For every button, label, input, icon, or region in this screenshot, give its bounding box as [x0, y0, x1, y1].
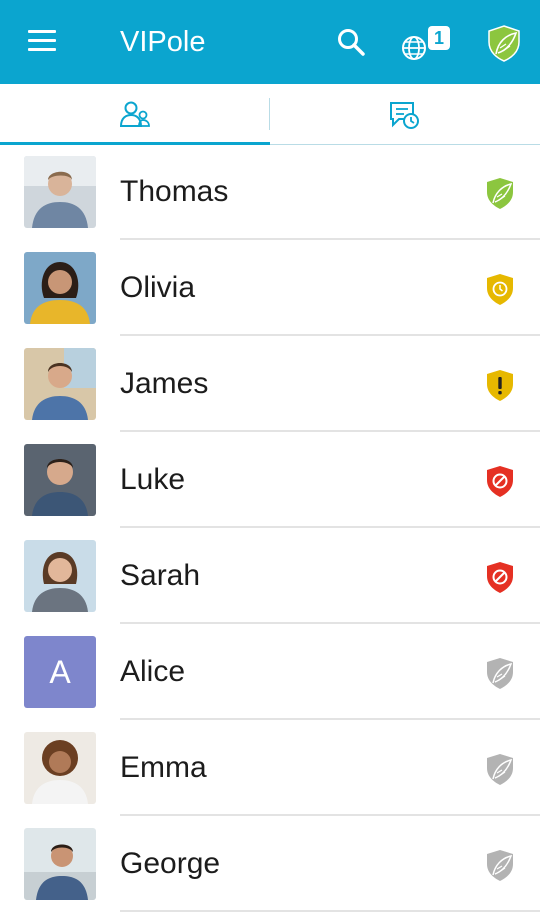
contact-name: James [120, 367, 209, 400]
search-icon[interactable] [336, 27, 366, 57]
contact-name: Alice [120, 655, 186, 688]
grey-leaf-shield-icon [487, 754, 513, 785]
avatar [24, 444, 96, 516]
contact-row[interactable]: Sarah [0, 528, 540, 624]
tab-divider [269, 98, 270, 130]
contact-name: Thomas [120, 175, 229, 208]
pending-shield-icon [487, 274, 513, 305]
green-leaf-shield-icon [487, 178, 513, 209]
contact-row[interactable]: Luke [0, 432, 540, 528]
globe-icon[interactable] [400, 34, 428, 62]
warning-shield-icon [487, 370, 513, 401]
tab-chats[interactable] [271, 84, 540, 144]
grey-leaf-shield-icon [487, 850, 513, 881]
avatar [24, 732, 96, 804]
avatar [24, 540, 96, 612]
tab-contacts[interactable] [0, 84, 270, 145]
contact-name: Sarah [120, 559, 201, 592]
blocked-shield-icon [487, 466, 513, 497]
contact-name: George [120, 847, 221, 880]
contact-row[interactable]: George [0, 816, 540, 912]
contact-row[interactable]: Thomas [0, 144, 540, 240]
notification-badge[interactable]: 1 [428, 26, 450, 50]
grey-leaf-shield-icon [487, 658, 513, 689]
contact-row[interactable]: Olivia [0, 240, 540, 336]
tab-bar [0, 84, 540, 145]
avatar [24, 156, 96, 228]
green-leaf-shield-icon[interactable] [486, 24, 522, 62]
app-title: VIPole [120, 26, 206, 58]
contact-name: Luke [120, 463, 186, 496]
avatar [24, 348, 96, 420]
contacts-icon [119, 101, 150, 127]
hamburger-menu-icon[interactable] [28, 30, 56, 52]
row-divider [120, 910, 540, 912]
app-bar: VIPole 1 [0, 0, 540, 84]
chat-history-icon [390, 102, 419, 129]
avatar [24, 252, 96, 324]
letter-avatar: A [24, 636, 96, 708]
avatar [24, 828, 96, 900]
contact-name: Olivia [120, 271, 196, 304]
contact-row[interactable]: James [0, 336, 540, 432]
contact-row[interactable]: Emma [0, 720, 540, 816]
contact-name: Emma [120, 751, 207, 784]
contact-list: Thomas Olivia James Luke Sarah A Alice E… [0, 144, 540, 912]
contact-row[interactable]: A Alice [0, 624, 540, 720]
blocked-shield-icon [487, 562, 513, 593]
